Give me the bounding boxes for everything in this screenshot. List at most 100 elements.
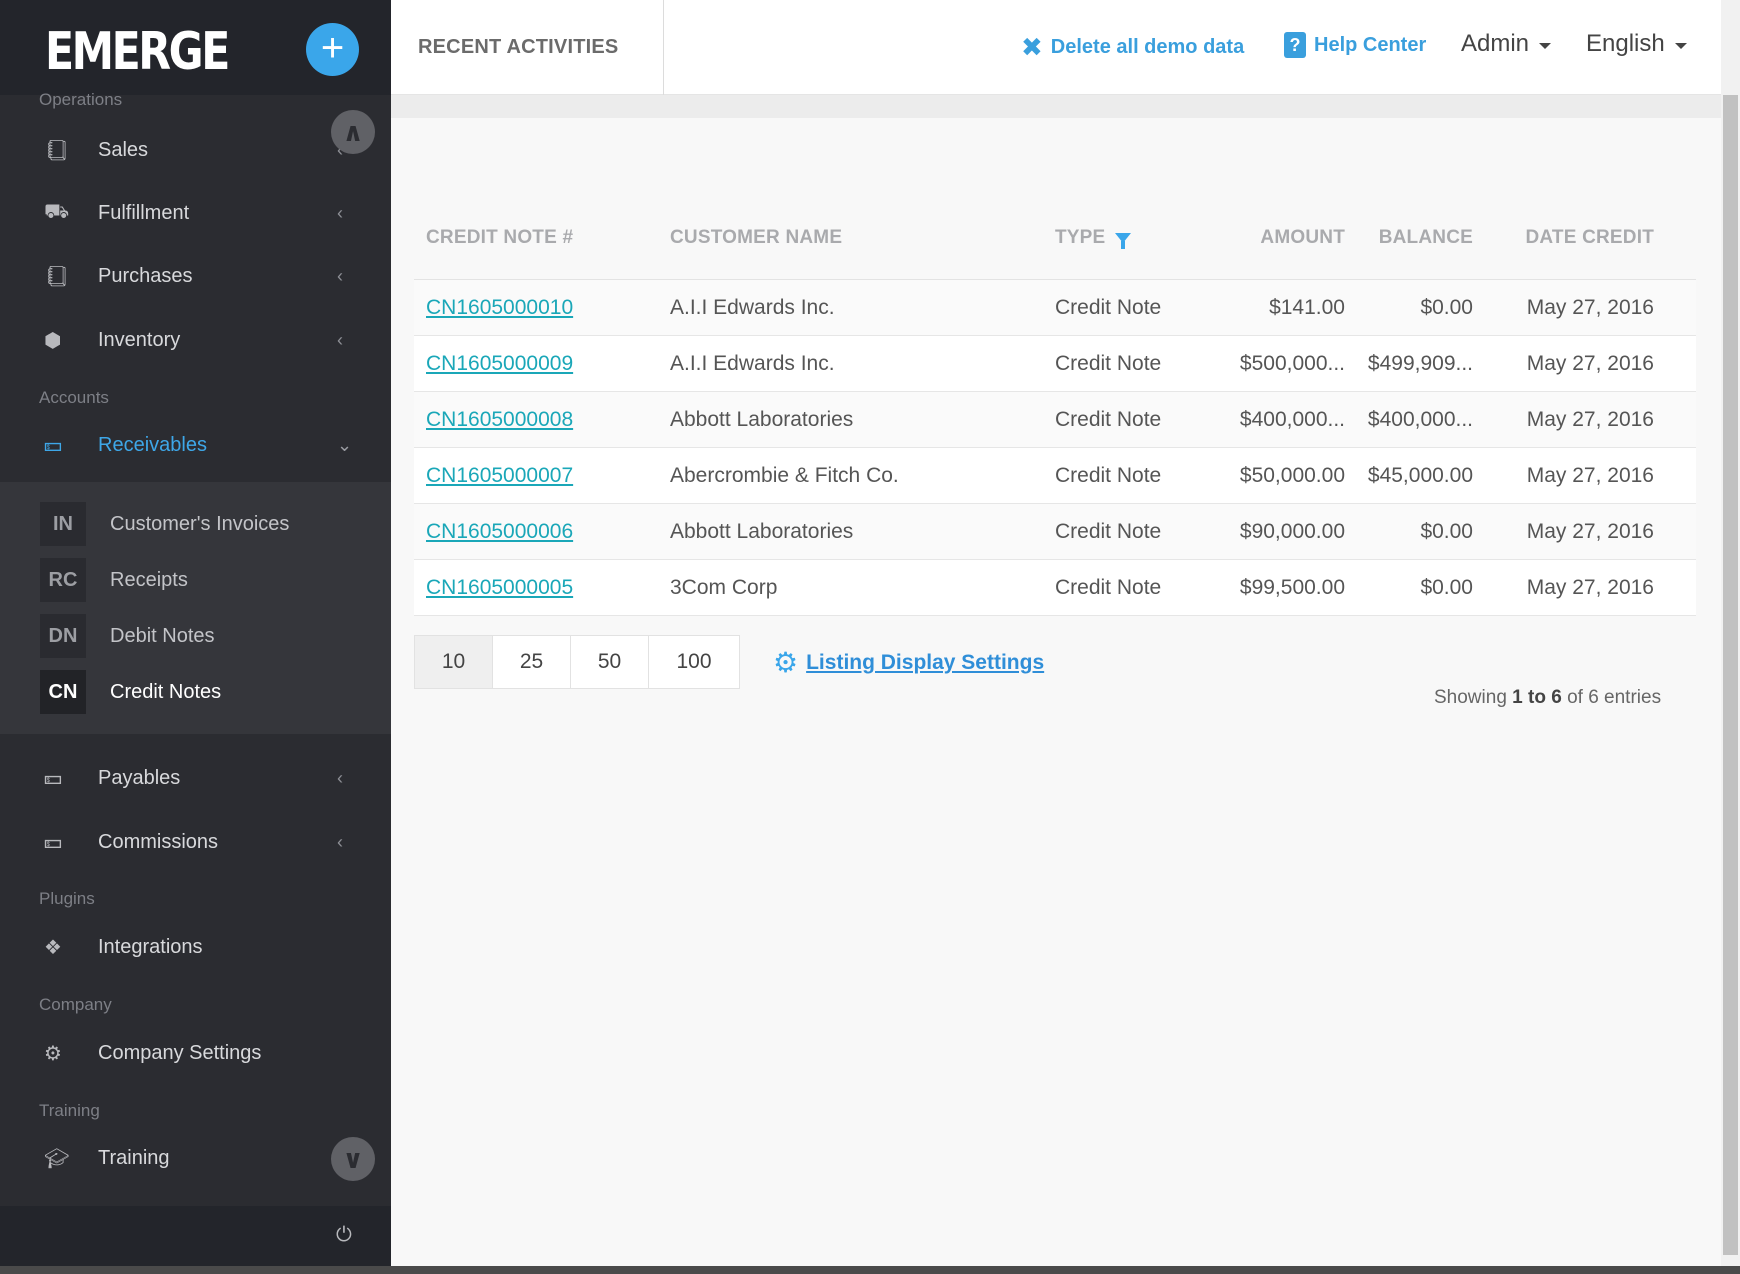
sidebar-item-inventory[interactable]: ⬢ Inventory ‹ [0, 312, 391, 368]
user-label: Admin [1461, 30, 1530, 57]
submenu-item-customers-invoices[interactable]: IN Customer's Invoices [40, 502, 289, 546]
submenu-item-credit-notes[interactable]: CN Credit Notes [40, 670, 221, 714]
customer-name-cell: Abercrombie & Fitch Co. [670, 463, 899, 487]
brand-logo: EMERGE [45, 22, 230, 82]
amount-cell: $400,000... [1239, 407, 1345, 431]
section-label-operations: Operations [39, 90, 123, 109]
credit-notes-table: CREDIT NOTE # CUSTOMER NAME TYPE AMOUNT … [414, 227, 1696, 616]
graduation-cap-icon: 🎓︎ [44, 1147, 70, 1170]
delete-demo-data-link[interactable]: ✖ Delete all demo data [1021, 32, 1244, 63]
table-row: CN1605000009 A.I.I Edwards Inc. Credit N… [414, 336, 1696, 392]
money-icon: 💵︎ [44, 830, 62, 853]
submenu-label: Credit Notes [110, 680, 222, 703]
help-center-label: Help Center [1314, 33, 1427, 56]
table-row: CN1605000005 3Com Corp Credit Note $99,5… [414, 560, 1696, 616]
language-label: English [1586, 30, 1665, 57]
table-row: CN1605000010 A.I.I Edwards Inc. Credit N… [414, 280, 1696, 336]
date-cell: May 27, 2016 [1526, 519, 1654, 543]
column-header-amount[interactable]: AMOUNT [1205, 227, 1345, 249]
sidebar-header: EMERGE + [0, 0, 391, 95]
close-icon: ✖ [1021, 32, 1043, 62]
submenu-label: Receipts [110, 568, 188, 591]
type-cell: Credit Note [1055, 519, 1162, 543]
credit-note-link[interactable]: CN1605000009 [426, 352, 573, 375]
customer-name-cell: A.I.I Edwards Inc. [670, 295, 835, 319]
sidebar-item-receivables[interactable]: 💵︎ Receivables ⌄ [0, 417, 391, 473]
sidebar-item-purchases[interactable]: 📒︎ Purchases ‹ [0, 248, 391, 304]
sidebar-footer: ⏻ [0, 1206, 391, 1266]
filter-icon[interactable] [1114, 232, 1131, 249]
sidebar-item-label: Payables [98, 766, 181, 789]
cubes-icon: ⬢ [44, 329, 62, 352]
sidebar-item-label: Company Settings [98, 1041, 262, 1064]
sidebar-item-label: Integrations [98, 935, 203, 958]
column-header-customer-name[interactable]: CUSTOMER NAME [670, 227, 1055, 249]
listing-display-settings-link[interactable]: ⚙ Listing Display Settings [773, 649, 1044, 677]
submenu-abbr: IN [40, 502, 86, 546]
topbar: RECENT ACTIVITIES ✖ Delete all demo data… [391, 0, 1721, 95]
page-size-25[interactable]: 25 [493, 636, 571, 688]
column-header-type[interactable]: TYPE [1055, 227, 1205, 249]
section-label-training: Training [39, 1101, 100, 1120]
sidebar-item-label: Fulfillment [98, 201, 190, 224]
date-cell: May 27, 2016 [1526, 295, 1654, 319]
add-new-button[interactable]: + [306, 23, 359, 76]
balance-cell: $499,909... [1367, 351, 1473, 375]
scrollbar-thumb[interactable] [1723, 95, 1738, 1255]
type-cell: Credit Note [1055, 351, 1162, 375]
type-cell: Credit Note [1055, 407, 1162, 431]
sidebar-item-integrations[interactable]: ❖ Integrations [0, 919, 391, 975]
question-icon: ? [1284, 32, 1306, 58]
power-icon[interactable]: ⏻ [336, 1224, 352, 1247]
column-header-credit-note[interactable]: CREDIT NOTE # [414, 227, 670, 249]
balance-cell: $0.00 [1420, 575, 1473, 599]
page-size-10[interactable]: 10 [415, 636, 493, 688]
date-cell: May 27, 2016 [1526, 463, 1654, 487]
sidebar-item-fulfillment[interactable]: ⛟ Fulfillment ‹ [0, 185, 391, 241]
type-cell: Credit Note [1055, 463, 1162, 487]
page-size-50[interactable]: 50 [571, 636, 649, 688]
sidebar-item-company-settings[interactable]: ⚙ Company Settings [0, 1025, 391, 1081]
help-center-link[interactable]: ? Help Center [1284, 32, 1426, 58]
receivables-submenu: IN Customer's Invoices RC Receipts DN De… [0, 482, 391, 734]
entries-info: Showing 1 to 6 of 6 entries [1434, 687, 1661, 709]
credit-note-link[interactable]: CN1605000007 [426, 464, 573, 487]
submenu-item-debit-notes[interactable]: DN Debit Notes [40, 614, 215, 658]
table-body: CN1605000010 A.I.I Edwards Inc. Credit N… [414, 280, 1696, 616]
section-label-accounts: Accounts [39, 388, 109, 407]
user-dropdown[interactable]: Admin [1461, 30, 1552, 58]
content-band [391, 95, 1721, 118]
page-scrollbar[interactable] [1721, 0, 1740, 1266]
balance-cell: $0.00 [1420, 295, 1473, 319]
recent-activities-tab[interactable]: RECENT ACTIVITIES [391, 0, 664, 95]
column-header-type-label: TYPE [1055, 227, 1106, 248]
amount-cell: $90,000.00 [1239, 519, 1345, 543]
section-label-plugins: Plugins [39, 889, 95, 908]
type-cell: Credit Note [1055, 295, 1162, 319]
credit-note-link[interactable]: CN1605000008 [426, 408, 573, 431]
balance-cell: $400,000... [1367, 407, 1473, 431]
column-header-balance[interactable]: BALANCE [1345, 227, 1473, 249]
credit-note-link[interactable]: CN1605000010 [426, 296, 573, 319]
puzzle-icon: ❖ [44, 936, 62, 959]
delete-demo-data-label: Delete all demo data [1050, 36, 1245, 58]
language-dropdown[interactable]: English [1586, 30, 1687, 58]
sidebar: EMERGE + Operations 📒︎ Sales ‹ ⛟ Fulfill… [0, 0, 391, 1266]
sidebar-item-payables[interactable]: 💵︎ Payables ‹ [0, 750, 391, 806]
sidebar-item-commissions[interactable]: 💵︎ Commissions ‹ [0, 814, 391, 870]
sidebar-item-label: Sales [98, 138, 149, 161]
page-size-100[interactable]: 100 [649, 636, 739, 688]
submenu-abbr: DN [40, 614, 86, 658]
scroll-up-button[interactable]: ∧ [331, 110, 375, 154]
customer-name-cell: Abbott Laboratories [670, 407, 854, 431]
book-icon: 📒︎ [44, 265, 70, 288]
credit-note-link[interactable]: CN1605000006 [426, 520, 573, 543]
customer-name-cell: 3Com Corp [670, 575, 778, 599]
column-header-date-credit[interactable]: DATE CREDIT [1473, 227, 1666, 249]
submenu-item-receipts[interactable]: RC Receipts [40, 558, 188, 602]
credit-note-link[interactable]: CN1605000005 [426, 576, 573, 599]
chevron-left-icon: ‹ [337, 329, 343, 350]
scroll-down-button[interactable]: ∨ [331, 1137, 375, 1181]
sidebar-item-label: Training [98, 1146, 170, 1169]
money-icon: 💵︎ [44, 766, 62, 789]
